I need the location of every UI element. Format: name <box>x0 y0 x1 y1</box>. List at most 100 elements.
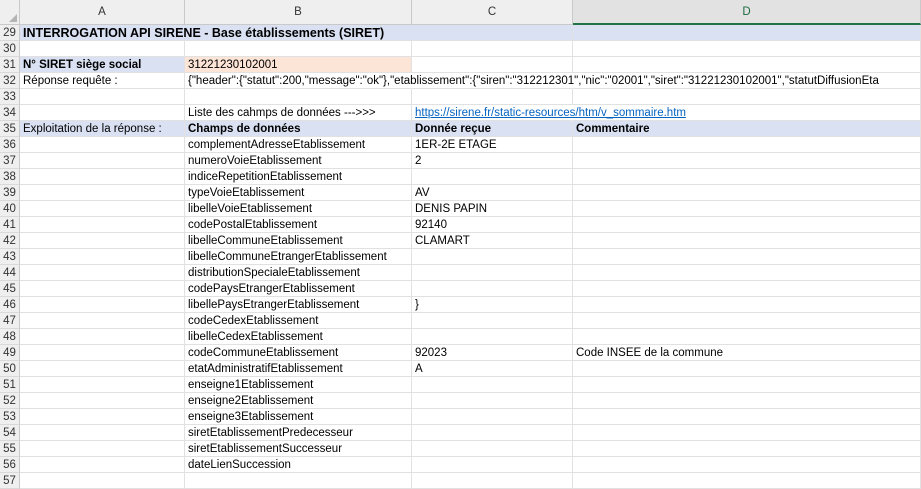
row-number[interactable]: 39 <box>0 185 20 201</box>
row-number[interactable]: 49 <box>0 345 20 361</box>
cell-d[interactable] <box>573 457 921 473</box>
cell-b[interactable]: typeVoieEtablissement <box>185 185 412 201</box>
cell-d[interactable] <box>573 89 921 105</box>
siret-input[interactable]: 31221230102001 <box>185 57 412 73</box>
cell-c[interactable]: DENIS PAPIN <box>412 201 573 217</box>
cell-c[interactable] <box>412 57 573 73</box>
cell-c[interactable] <box>412 473 573 489</box>
cell-b[interactable]: enseigne2Etablissement <box>185 393 412 409</box>
cell-d[interactable] <box>573 25 921 41</box>
cell-d[interactable] <box>573 409 921 425</box>
cell-a[interactable] <box>20 297 185 313</box>
cell-d[interactable]: Code INSEE de la commune <box>573 345 921 361</box>
cell-d[interactable] <box>573 361 921 377</box>
cell-c[interactable]: } <box>412 297 573 313</box>
siret-label[interactable]: N° SIRET siège social <box>20 57 185 73</box>
cell-d[interactable] <box>573 41 921 57</box>
cell-d[interactable] <box>573 377 921 393</box>
cell-b[interactable] <box>185 41 412 57</box>
cell-d[interactable] <box>573 137 921 153</box>
cell-c[interactable]: 92023 <box>412 345 573 361</box>
cell-d[interactable] <box>573 153 921 169</box>
row-number[interactable]: 56 <box>0 457 20 473</box>
cell-a[interactable] <box>20 281 185 297</box>
cell-c[interactable] <box>412 329 573 345</box>
cell-a[interactable] <box>20 345 185 361</box>
cell-c[interactable] <box>412 249 573 265</box>
cell-c[interactable] <box>412 393 573 409</box>
cell-d[interactable] <box>573 185 921 201</box>
column-header-c[interactable]: C <box>412 0 573 25</box>
cell-a[interactable] <box>20 185 185 201</box>
cell-a[interactable] <box>20 137 185 153</box>
cell-b[interactable]: codeCedexEtablissement <box>185 313 412 329</box>
cell-c[interactable]: CLAMART <box>412 233 573 249</box>
cell-d[interactable] <box>573 217 921 233</box>
cell-d[interactable] <box>573 297 921 313</box>
cell-b[interactable]: indiceRepetitionEtablissement <box>185 169 412 185</box>
cell-a[interactable] <box>20 217 185 233</box>
cell-d[interactable] <box>573 201 921 217</box>
cell-a[interactable] <box>20 41 185 57</box>
row-number[interactable]: 36 <box>0 137 20 153</box>
cell-b[interactable]: dateLienSuccession <box>185 457 412 473</box>
cell-b[interactable]: libelleCommuneEtrangerEtablissement <box>185 249 412 265</box>
row-number[interactable]: 32 <box>0 73 20 89</box>
cell-b[interactable]: codePaysEtrangerEtablissement <box>185 281 412 297</box>
row-number[interactable]: 30 <box>0 41 20 57</box>
row-number[interactable]: 29 <box>0 25 20 41</box>
cell-a[interactable] <box>20 201 185 217</box>
row-number[interactable]: 31 <box>0 57 20 73</box>
row-number[interactable]: 35 <box>0 121 20 137</box>
cell-b[interactable]: distributionSpecialeEtablissement <box>185 265 412 281</box>
cell-c[interactable] <box>412 409 573 425</box>
cell-b[interactable]: libelleVoieEtablissement <box>185 201 412 217</box>
row-number[interactable]: 48 <box>0 329 20 345</box>
row-number[interactable]: 51 <box>0 377 20 393</box>
cell-c[interactable] <box>412 457 573 473</box>
cell-a[interactable] <box>20 313 185 329</box>
row-number[interactable]: 46 <box>0 297 20 313</box>
row-number[interactable]: 37 <box>0 153 20 169</box>
cell-c[interactable] <box>412 281 573 297</box>
cell-c[interactable]: 1ER-2E ETAGE <box>412 137 573 153</box>
cell-b[interactable]: siretEtablissementSuccesseur <box>185 441 412 457</box>
cell-c[interactable]: AV <box>412 185 573 201</box>
documentation-link[interactable]: https://sirene.fr/static-resources/htm/v… <box>412 105 686 121</box>
cell-d[interactable] <box>573 473 921 489</box>
row-number[interactable]: 55 <box>0 441 20 457</box>
cell-d[interactable] <box>573 249 921 265</box>
cell-c[interactable] <box>412 425 573 441</box>
cell-c[interactable] <box>412 265 573 281</box>
cell-c[interactable]: 92140 <box>412 217 573 233</box>
cell-d[interactable] <box>573 441 921 457</box>
cell-c[interactable] <box>412 441 573 457</box>
cell-a[interactable] <box>20 457 185 473</box>
received-column-header[interactable]: Donnée reçue <box>412 121 573 137</box>
row-number[interactable]: 44 <box>0 265 20 281</box>
row-number[interactable]: 43 <box>0 249 20 265</box>
cell-d[interactable] <box>573 313 921 329</box>
cell-a[interactable] <box>20 249 185 265</box>
cell-a[interactable] <box>20 393 185 409</box>
row-number[interactable]: 34 <box>0 105 20 121</box>
row-number[interactable]: 45 <box>0 281 20 297</box>
cell-c[interactable] <box>412 25 573 41</box>
cell-b[interactable]: enseigne1Etablissement <box>185 377 412 393</box>
row-number[interactable]: 47 <box>0 313 20 329</box>
cell-a[interactable] <box>20 329 185 345</box>
cell-a[interactable] <box>20 89 185 105</box>
cell-b[interactable]: codeCommuneEtablissement <box>185 345 412 361</box>
cell-b[interactable]: libelleCommuneEtablissement <box>185 233 412 249</box>
cell-c[interactable] <box>412 169 573 185</box>
fields-list-label[interactable]: Liste des cahmps de données --->>> <box>185 105 412 121</box>
cell-a[interactable] <box>20 361 185 377</box>
select-all-corner[interactable] <box>0 0 20 25</box>
column-header-d[interactable]: D <box>573 0 921 25</box>
fields-column-header[interactable]: Champs de données <box>185 121 412 137</box>
cell-b[interactable]: enseigne3Etablissement <box>185 409 412 425</box>
cell-a[interactable] <box>20 473 185 489</box>
cell-d[interactable] <box>573 169 921 185</box>
cell-b[interactable] <box>185 473 412 489</box>
cell-c[interactable] <box>412 89 573 105</box>
